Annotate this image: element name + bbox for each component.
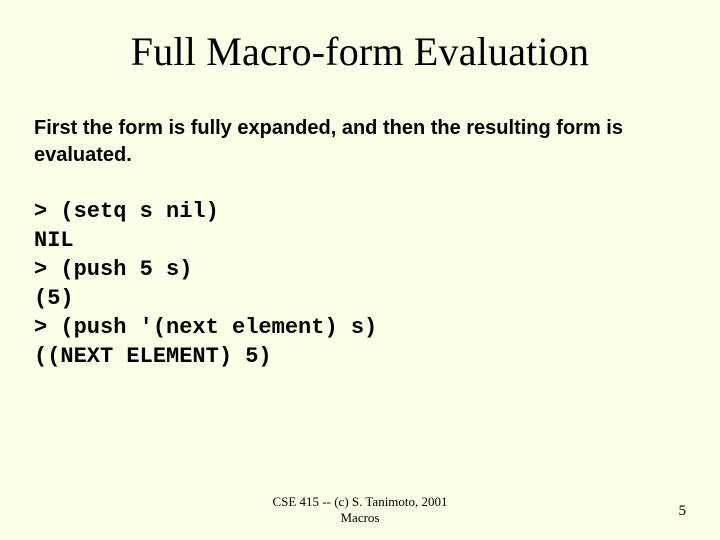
slide-title: Full Macro-form Evaluation: [34, 28, 686, 75]
page-number: 5: [679, 503, 687, 520]
footer: CSE 415 -- (c) S. Tanimoto, 2001 Macros: [0, 494, 720, 527]
footer-line-1: CSE 415 -- (c) S. Tanimoto, 2001: [0, 494, 720, 510]
slide: Full Macro-form Evaluation First the for…: [0, 0, 720, 540]
slide-subtitle: First the form is fully expanded, and th…: [34, 115, 686, 169]
footer-line-2: Macros: [0, 510, 720, 526]
code-block: > (setq s nil) NIL > (push 5 s) (5) > (p…: [34, 197, 686, 371]
